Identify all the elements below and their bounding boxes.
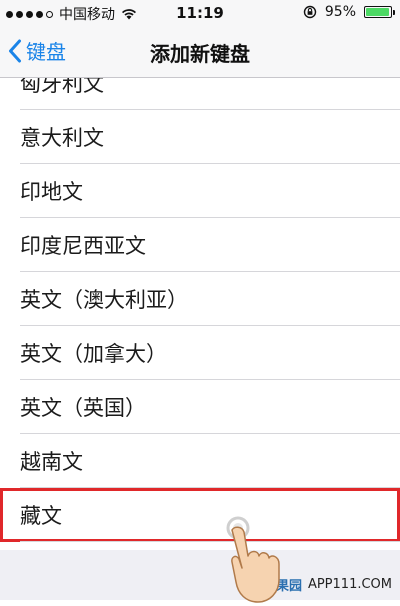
list-item-label: 藏文 [20,504,62,528]
battery-percent: 95% [324,4,356,20]
keyboard-list-inner: 匈牙利文 意大利文 印地文 印度尼西亚文 英文（澳大利亚） 英文（加拿大） 英文… [0,78,400,542]
list-item-label: 意大利文 [20,126,104,150]
list-item-label: 匈牙利文 [20,78,104,96]
back-button-label: 键盘 [26,40,66,64]
list-item-tibetan[interactable]: 藏文 [0,488,400,542]
status-bar: 中国移动 11:19 95% [0,0,400,26]
list-item-english-canada[interactable]: 英文（加拿大） [0,326,400,380]
back-button[interactable]: 键盘 [8,36,66,65]
watermark-site: APP111.COM [307,577,392,592]
list-item-hungarian[interactable]: 匈牙利文 [0,78,400,110]
battery-icon [364,6,395,18]
list-item-label: 越南文 [20,450,83,474]
list-item-label: 英文（澳大利亚） [20,288,188,312]
list-item-english-uk[interactable]: 英文（英国） [0,380,400,434]
watermark-brand: 苹果园 [262,579,302,594]
list-item-italian[interactable]: 意大利文 [0,110,400,164]
list-item-hindi[interactable]: 印地文 [0,164,400,218]
list-item-indonesian[interactable]: 印度尼西亚文 [0,218,400,272]
list-item-english-australia[interactable]: 英文（澳大利亚） [0,272,400,326]
battery-fill [366,8,389,16]
rotation-lock-icon [303,5,317,19]
list-item-label: 印地文 [20,180,83,204]
list-item-label: 英文（英国） [20,396,146,420]
list-item-label: 印度尼西亚文 [20,234,146,258]
status-right: 95% [303,4,395,20]
list-item-label: 英文（加拿大） [20,342,167,366]
chevron-left-icon [9,39,21,62]
navigation-bar: 键盘 添加新键盘 [0,26,400,78]
keyboard-list[interactable]: 匈牙利文 意大利文 印地文 印度尼西亚文 英文（澳大利亚） 英文（加拿大） 英文… [0,78,400,550]
watermark: 苹果园 APP111.COM [263,575,392,594]
list-item-vietnamese[interactable]: 越南文 [0,434,400,488]
bottom-area: 苹果园 APP111.COM [0,550,400,600]
